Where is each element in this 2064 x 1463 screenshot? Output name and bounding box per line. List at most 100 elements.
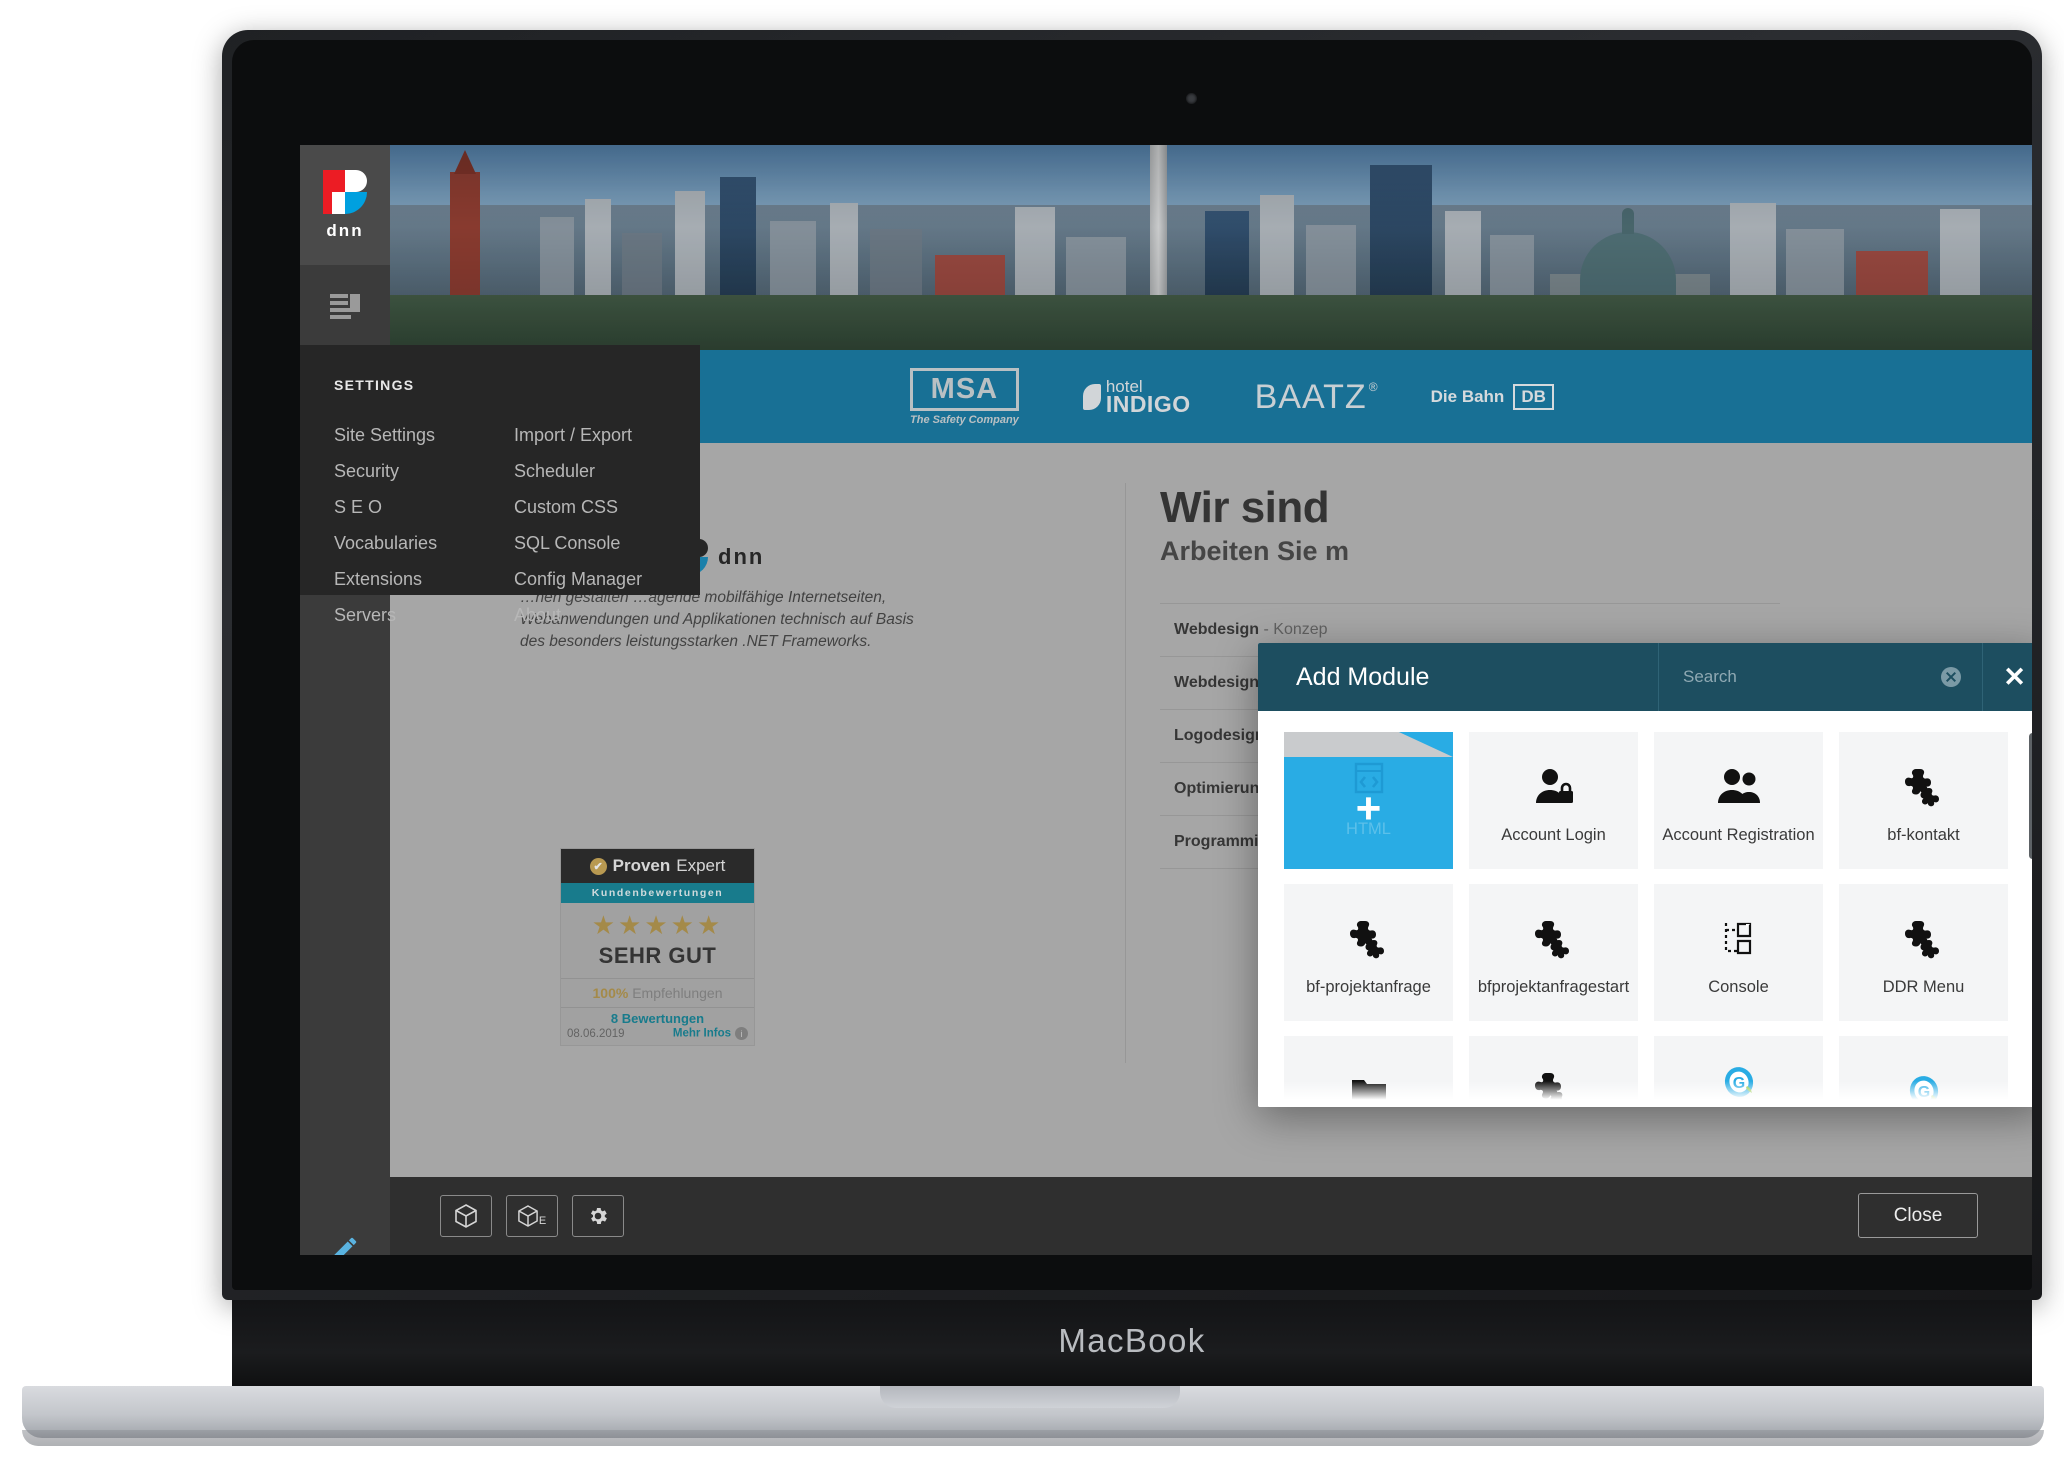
gear-icon [587,1205,609,1227]
proven-expert-header: ✔ Proven Expert [561,849,754,883]
dnn-logo-word: dnn [326,220,364,240]
cube-e-icon: E [518,1205,546,1227]
dialog-header: Add Module ✕ [1258,643,2032,711]
tile-label: Account Login [1501,826,1606,844]
sidebar-item-edit-mode[interactable] [300,1207,390,1255]
partner-logo-msa: MSA The Safety Company [910,368,1019,426]
module-tile-ddr-menu[interactable]: DDR Menu [1839,884,2008,1021]
cube-icon [455,1204,477,1228]
check-icon: ✔ [589,857,607,875]
partner-logo-baatz: BAATZ ® [1254,377,1378,417]
tile-label: bf-projektanfrage [1306,978,1431,996]
page-subtitle: Arbeiten Sie m [1160,536,1350,566]
baatz-registered-mark: ® [1368,379,1379,394]
pe-brand-light: Expert [676,856,726,875]
dialog-scrollbar[interactable] [2029,733,2032,1085]
pe-recommend-label: Empfehlungen [632,985,723,1001]
module-tile-account-login[interactable]: Account Login [1469,732,1638,869]
sidebar-item-content[interactable] [300,265,390,349]
page-settings-button[interactable] [572,1195,624,1237]
pe-brand-bold: Proven [612,856,671,875]
baatz-mark: BAATZ [1254,377,1367,416]
partner-logo-hotel-indigo: hotel INDIGO [1082,378,1191,417]
tile-label: Console [1708,978,1769,996]
module-tile-html[interactable]: + HTML [1284,732,1453,869]
tile-corner-fold [1284,732,1453,757]
close-button[interactable]: Close [1858,1193,1978,1238]
tile-label: bfprojektanfragestart [1477,978,1630,996]
settings-flyout-menu: SETTINGS Site Settings Import / Export S… [300,345,700,625]
add-module-button[interactable] [440,1195,492,1237]
menu-item-seo[interactable]: S E O [334,494,486,521]
menu-item-custom-css[interactable]: Custom CSS [514,494,666,521]
content-icon [330,294,360,320]
laptop-notch [880,1386,1180,1408]
dnn-logo[interactable]: dnn [300,145,390,265]
pe-recommend-value: 100% [592,985,629,1001]
menu-item-security[interactable]: Security [334,458,486,485]
pe-date: 08.06.2019 [567,1027,625,1040]
db-box: DB [1513,384,1554,410]
pe-review-count[interactable]: 8 Bewertungen [567,1011,748,1026]
search-field-wrapper[interactable] [1658,643,1936,711]
msa-tagline: The Safety Company [910,414,1019,426]
scrollbar-thumb[interactable] [2029,733,2032,859]
circle-x-icon[interactable] [1936,665,1966,689]
puzzle-icon [1903,908,1945,970]
close-icon[interactable]: ✕ [1982,643,2032,711]
menu-item-sql-console[interactable]: SQL Console [514,530,666,557]
menu-item-vocabularies[interactable]: Vocabularies [334,530,486,557]
puzzle-icon [1533,908,1575,970]
module-tile-grid: + HTML Account Login Account Registratio… [1284,732,2020,1107]
dialog-title: Add Module [1296,662,1430,691]
screenshot-root: MSA The Safety Company hotel INDIGO BAAT… [0,0,2064,1463]
html-code-icon: + [1354,762,1384,831]
dnn-logo-inline: dnn [672,539,940,575]
laptop-foot [22,1430,2044,1446]
menu-item-about[interactable]: About [514,602,666,629]
menu-item-import-export[interactable]: Import / Export [514,422,666,449]
leaf-icon [1082,384,1101,410]
proven-expert-widget[interactable]: ✔ Proven Expert Kundenbewertungen ★★★★★ S… [560,848,755,1046]
puzzle-icon [1348,908,1390,970]
webcam-icon [1186,93,1197,104]
module-tile-bf-projektanfrage[interactable]: bf-projektanfrage [1284,884,1453,1021]
console-pages-icon [1722,908,1756,970]
menu-item-extensions[interactable]: Extensions [334,566,486,593]
puzzle-icon [1903,756,1945,818]
tile-label: HTML [1346,820,1391,838]
db-word: Die Bahn [1430,387,1505,406]
page-title: Wir sind [1160,483,1330,532]
users-icon [1717,756,1761,818]
menu-item-scheduler[interactable]: Scheduler [514,458,666,485]
module-tile-bfprojektanfragestart[interactable]: bfprojektanfragestart [1469,884,1638,1021]
module-list-body: + HTML Account Login Account Registratio… [1258,711,2032,1107]
indigo-line2: INDIGO [1105,391,1191,417]
add-module-dialog: Add Module ✕ [1258,643,2032,1107]
hero-banner-image [390,145,2032,350]
macbook-wordmark: MacBook [232,1300,2032,1388]
menu-item-site-settings[interactable]: Site Settings [334,422,486,449]
info-icon[interactable]: i [735,1027,748,1040]
module-tile-console[interactable]: Console [1654,884,1823,1021]
module-tile-bf-kontakt[interactable]: bf-kontakt [1839,732,2008,869]
tile-label: Account Registration [1662,826,1815,844]
msa-mark: MSA [910,368,1019,411]
pe-recommendation: 100% Empfehlungen [561,978,754,1007]
persona-bar: dnn [300,145,390,1255]
search-input[interactable] [1683,667,1936,687]
pe-more-info-link[interactable]: Mehr Infos [673,1028,731,1040]
partner-logo-db: Die Bahn DB [1431,384,1554,410]
settings-menu-title: SETTINGS [334,377,415,393]
module-tile-account-registration[interactable]: Account Registration [1654,732,1823,869]
pencil-icon [330,1234,360,1255]
pe-subtitle: Kundenbewertungen [561,883,754,903]
dnn-wordmark: dnn [718,544,765,569]
tile-label: DDR Menu [1882,978,1965,996]
menu-item-servers[interactable]: Servers [334,602,486,629]
user-lock-icon [1533,756,1575,818]
pe-star-rating: ★★★★★ [591,910,724,940]
menu-item-config-manager[interactable]: Config Manager [514,566,666,593]
pe-rating-label: SEHR GUT [598,943,717,968]
add-existing-module-button[interactable]: E [506,1195,558,1237]
